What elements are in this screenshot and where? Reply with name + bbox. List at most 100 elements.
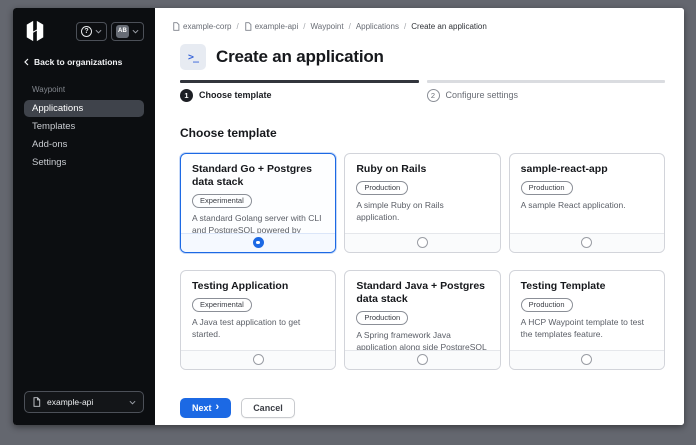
next-button-label: Next — [192, 402, 212, 413]
step-configure-settings[interactable]: 2 Configure settings — [426, 80, 665, 102]
sidebar-item-addons[interactable]: Add-ons — [24, 136, 144, 153]
template-badge: Experimental — [192, 193, 252, 208]
template-card-footer — [181, 232, 336, 252]
back-to-organizations-link[interactable]: Back to organizations — [24, 57, 144, 67]
section-heading: Choose template — [180, 125, 277, 140]
page-content: >_ Create an application 1 Choose templa… — [180, 31, 665, 425]
template-title: Ruby on Rails — [356, 162, 427, 175]
sidebar-top-bar: ? AB — [24, 20, 144, 42]
chevron-down-icon — [95, 29, 102, 34]
template-radio[interactable] — [416, 237, 428, 248]
sidebar-item-templates[interactable]: Templates — [24, 118, 144, 135]
breadcrumb-label: example-api — [254, 21, 299, 31]
terminal-icon: >_ — [180, 44, 206, 70]
app-window: ? AB Back to organizations Waypoint Appl… — [13, 8, 684, 425]
template-card-footer — [181, 349, 336, 369]
template-title: sample-react-app — [520, 162, 608, 175]
sidebar: ? AB Back to organizations Waypoint Appl… — [13, 8, 155, 425]
breadcrumb-label: Waypoint — [310, 21, 344, 31]
breadcrumb-item-waypoint[interactable]: Waypoint — [311, 22, 344, 31]
sidebar-item-settings[interactable]: Settings — [24, 154, 144, 171]
step-progress-bar — [180, 80, 419, 83]
sidebar-section-label: Waypoint — [32, 85, 66, 94]
back-link-label: Back to organizations — [34, 57, 123, 67]
template-title: Standard Go + Postgres data stack — [192, 162, 312, 188]
chevron-down-icon — [129, 400, 136, 405]
step-label: Configure settings — [445, 90, 519, 100]
help-menu-button[interactable]: ? — [76, 21, 107, 41]
step-progress-bar — [426, 80, 665, 83]
template-description: A standard Golang server with CLI and Po… — [192, 212, 322, 233]
template-card-footer — [345, 349, 500, 369]
breadcrumb-separator: / — [303, 21, 306, 31]
cancel-button[interactable]: Cancel — [241, 397, 295, 418]
sidebar-nav: Applications Templates Add-ons Settings — [24, 100, 144, 171]
template-description: A Java test application to get started. — [192, 316, 301, 339]
user-menu-button[interactable]: AB — [111, 21, 144, 41]
chevron-left-icon — [24, 58, 29, 66]
step-label: Choose template — [199, 90, 272, 100]
template-badge: Production — [520, 180, 573, 195]
breadcrumb-separator: / — [403, 21, 407, 31]
page-title: Create an application — [216, 47, 384, 66]
template-card-testing-application[interactable]: Testing Application Experimental A Java … — [180, 269, 337, 370]
template-card-sample-react-app[interactable]: sample-react-app Production A sample Rea… — [508, 152, 665, 253]
template-card-testing-template[interactable]: Testing Template Production A HCP Waypoi… — [508, 269, 665, 370]
template-description: A HCP Waypoint template to test the temp… — [520, 316, 644, 339]
org-icon — [172, 21, 180, 31]
template-card-footer — [509, 349, 664, 369]
project-selector[interactable]: example-api — [24, 391, 144, 413]
template-description: A Spring framework Java application alon… — [356, 329, 487, 350]
help-question-icon: ? — [81, 25, 92, 37]
breadcrumb-item-applications[interactable]: Applications — [356, 22, 399, 31]
template-card-footer — [345, 232, 500, 252]
breadcrumb-label: Applications — [355, 21, 399, 31]
template-radio[interactable] — [416, 354, 428, 365]
template-radio[interactable] — [581, 354, 593, 365]
template-title: Standard Java + Postgres data stack — [356, 279, 486, 305]
template-radio[interactable] — [252, 237, 264, 248]
stepper: 1 Choose template 2 Configure settings — [180, 80, 665, 102]
template-badge: Production — [520, 297, 573, 312]
template-description: A simple Ruby on Rails application. — [356, 199, 444, 222]
template-card-ruby-on-rails[interactable]: Ruby on Rails Production A simple Ruby o… — [344, 152, 501, 253]
breadcrumb-item-org[interactable]: example-corp — [172, 22, 231, 31]
project-icon — [32, 397, 41, 407]
breadcrumb-label: example-corp — [183, 21, 232, 31]
template-title: Testing Template — [520, 279, 606, 292]
template-badge: Production — [356, 310, 409, 325]
template-description: A sample React application. — [520, 199, 626, 210]
breadcrumb-item-current: Create an application — [411, 22, 487, 31]
breadcrumb-label: Create an application — [411, 21, 487, 31]
step-number: 2 — [426, 88, 440, 102]
template-radio[interactable] — [252, 354, 264, 365]
page-header: >_ Create an application — [180, 44, 665, 70]
top-controls: ? AB — [76, 21, 144, 41]
breadcrumb-separator: / — [348, 21, 351, 31]
template-card-standard-go-postgres[interactable]: Standard Go + Postgres data stack Experi… — [180, 152, 337, 253]
form-actions: Next › Cancel — [180, 397, 665, 418]
nav-item-label: Settings — [32, 157, 67, 168]
template-badge: Production — [356, 180, 409, 195]
next-button[interactable]: Next › — [180, 397, 232, 418]
breadcrumb: example-corp / example-api / Waypoint / … — [172, 21, 665, 31]
hashicorp-logo-icon — [26, 20, 44, 42]
template-badge: Experimental — [192, 297, 252, 312]
chevron-down-icon — [132, 29, 139, 34]
project-icon — [244, 21, 252, 31]
breadcrumb-item-project[interactable]: example-api — [244, 21, 299, 31]
step-choose-template[interactable]: 1 Choose template — [180, 80, 419, 102]
nav-item-label: Templates — [32, 121, 76, 132]
project-selector-value: example-api — [47, 397, 94, 407]
template-grid: Standard Go + Postgres data stack Experi… — [180, 152, 665, 370]
step-number: 1 — [180, 88, 193, 102]
main-content: example-corp / example-api / Waypoint / … — [155, 8, 684, 425]
cancel-button-label: Cancel — [253, 402, 283, 413]
nav-item-label: Add-ons — [32, 139, 68, 150]
breadcrumb-separator: / — [236, 21, 239, 31]
nav-item-label: Applications — [32, 103, 84, 114]
user-avatar: AB — [116, 24, 129, 38]
template-card-standard-java-postgres[interactable]: Standard Java + Postgres data stack Prod… — [344, 269, 501, 370]
template-radio[interactable] — [581, 237, 593, 248]
sidebar-item-applications[interactable]: Applications — [24, 100, 144, 117]
